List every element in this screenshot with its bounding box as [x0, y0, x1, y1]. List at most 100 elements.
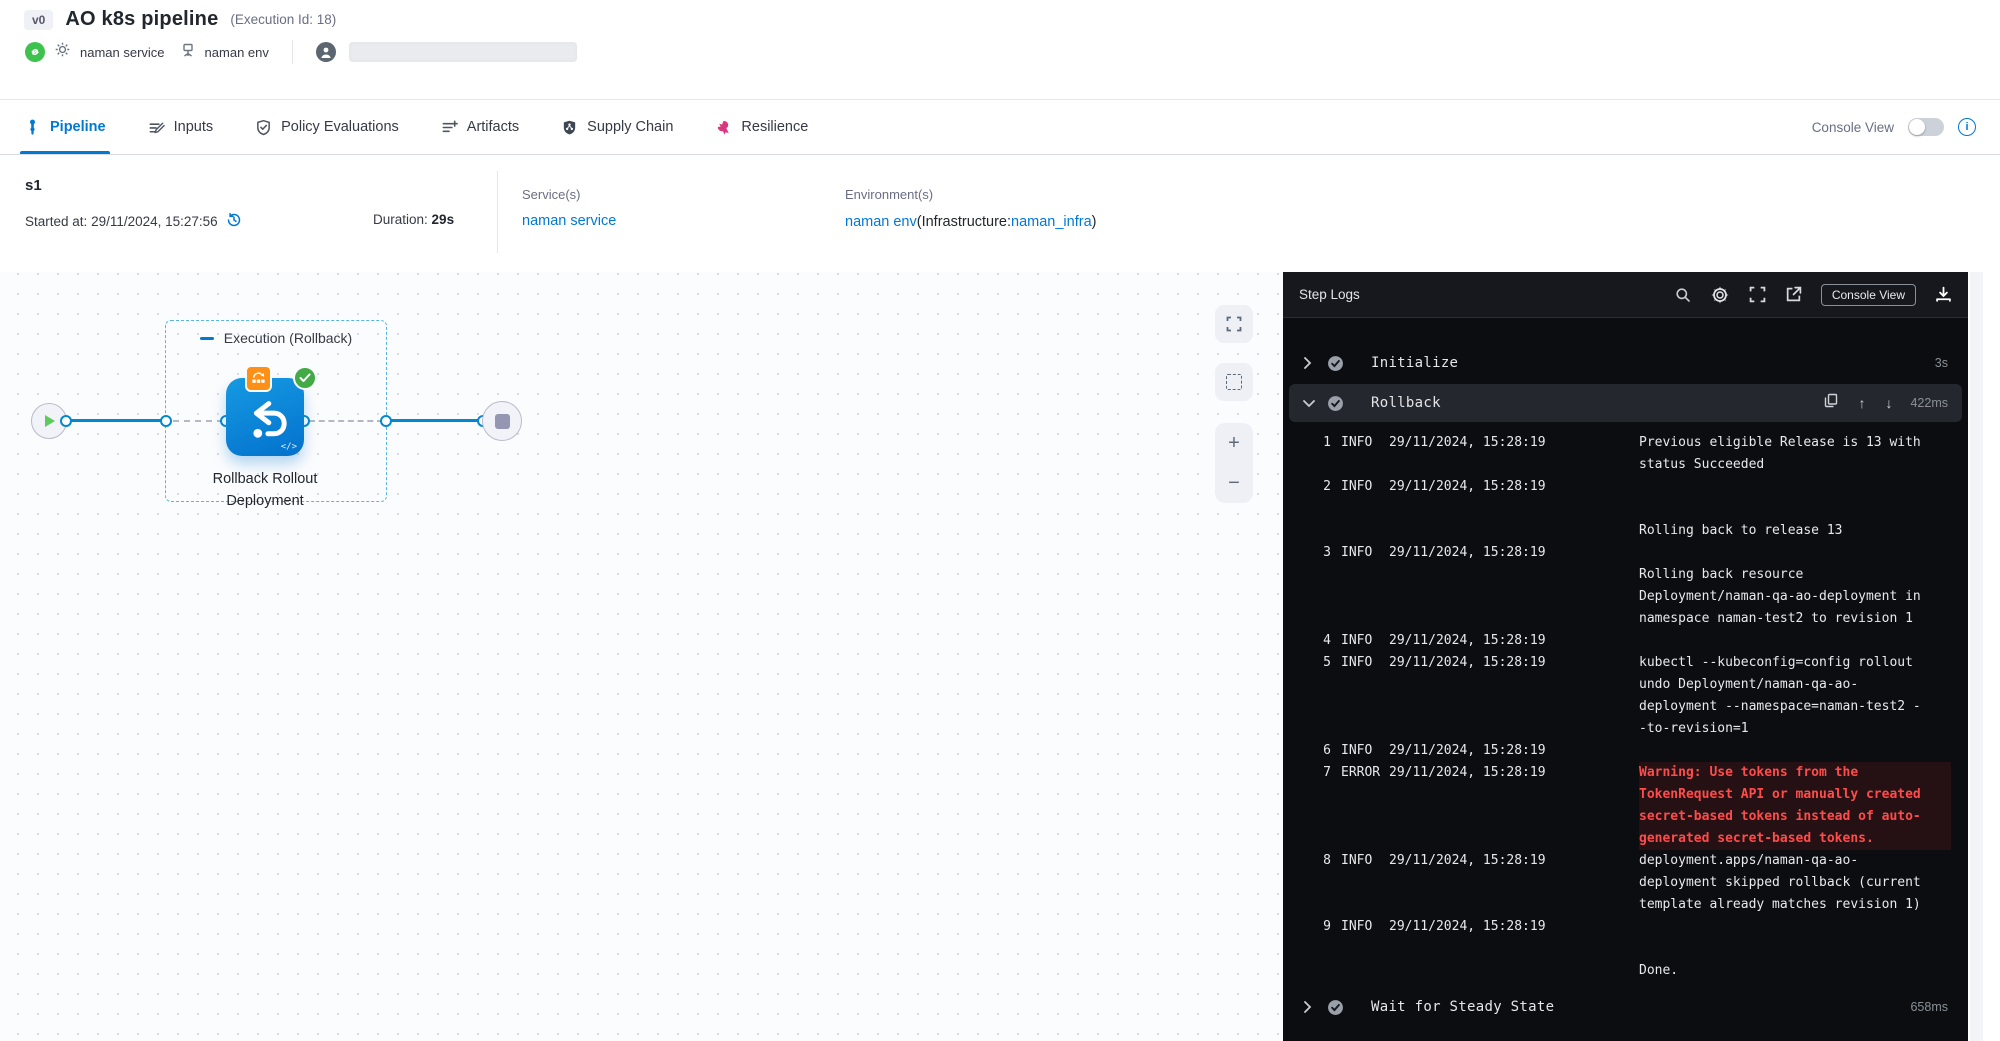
log-line: Deployment/naman-qa-ao-deployment in [1317, 586, 1968, 608]
inputs-icon [148, 119, 165, 136]
copy-icon[interactable] [1824, 393, 1838, 413]
pipeline-execution-page: v0 AO k8s pipeline (Execution Id: 18) na… [0, 0, 2000, 1041]
log-line [1317, 498, 1968, 520]
env-infra-prefix: (Infrastructure: [917, 214, 1011, 230]
page-title: AO k8s pipeline [65, 8, 218, 31]
stage-bar-divider [497, 171, 498, 253]
env-link[interactable]: naman env [845, 214, 917, 230]
log-line: secret-based tokens instead of auto- [1317, 806, 1968, 828]
header-title-row: v0 AO k8s pipeline (Execution Id: 18) [24, 8, 336, 31]
header: v0 AO k8s pipeline (Execution Id: 18) na… [0, 0, 2000, 100]
log-line: undo Deployment/naman-qa-ao- [1317, 674, 1968, 696]
header-tags-row: naman service naman env [25, 40, 577, 64]
stage-box-label: Execution (Rollback) [165, 330, 387, 346]
header-divider [292, 40, 293, 64]
step-node-label-line2: Deployment [164, 490, 366, 512]
zoom-in-button[interactable]: + [1228, 433, 1240, 453]
tab-pipeline[interactable]: Pipeline [24, 100, 106, 154]
log-line: -to-revision=1 [1317, 718, 1968, 740]
resilience-icon [715, 119, 732, 136]
tab-policy-evaluations[interactable]: Policy Evaluations [255, 100, 399, 154]
tab-label: Supply Chain [587, 119, 673, 135]
user-avatar-icon [316, 42, 336, 62]
end-node [482, 401, 522, 441]
log-line: deployment skipped rollback (current [1317, 872, 1968, 894]
edge-end [390, 419, 484, 422]
console-view-button[interactable]: Console View [1821, 284, 1916, 306]
history-icon[interactable] [226, 212, 242, 231]
environments-label: Environment(s) [845, 187, 1096, 202]
tab-resilience[interactable]: Resilience [715, 100, 808, 154]
log-line: 2INFO29/11/2024, 15:28:19 [1317, 476, 1968, 498]
canvas-marquee-button[interactable] [1215, 363, 1253, 401]
log-section-rollback[interactable]: Rollback ↑ ↓ 422ms [1289, 384, 1962, 422]
info-icon[interactable]: i [1958, 118, 1976, 136]
tab-label: Artifacts [467, 119, 519, 135]
started-value: 29/11/2024, 15:27:56 [91, 214, 218, 229]
stage-box-title: Execution (Rollback) [224, 330, 352, 346]
rollout-badge-icon [245, 365, 272, 392]
collapse-minus-icon[interactable] [200, 337, 214, 340]
success-check-icon [1327, 999, 1357, 1016]
stage-name: s1 [25, 177, 42, 194]
section-title: Rollback [1371, 395, 1441, 411]
open-in-new-icon[interactable] [1785, 286, 1802, 303]
connector-dot [160, 415, 172, 427]
service-link[interactable]: naman service [522, 213, 616, 229]
log-section-initialize[interactable]: Initialize 3s [1289, 344, 1962, 382]
tab-label: Inputs [174, 119, 214, 135]
tab-artifacts[interactable]: Artifacts [441, 100, 519, 154]
toggle-knob [1909, 119, 1925, 135]
services-block: Service(s) naman service [522, 187, 616, 229]
step-logs-panel: Step Logs Console View [1283, 272, 1968, 1041]
log-line: deployment --namespace=naman-test2 - [1317, 696, 1968, 718]
tab-label: Pipeline [50, 119, 106, 135]
rollback-arrow-icon [242, 394, 288, 440]
download-icon[interactable] [1935, 286, 1952, 303]
stop-square-icon [495, 414, 510, 429]
section-actions: ↑ ↓ [1824, 393, 1892, 413]
redacted-user-email [349, 42, 577, 62]
edge-dashed-right [309, 420, 383, 422]
env-infra-link[interactable]: naman_infra [1011, 214, 1092, 230]
log-line: Rolling back to release 13 [1317, 520, 1968, 542]
pipeline-canvas[interactable]: Execution (Rollback) </> [0, 272, 1283, 1041]
chevron-right-icon[interactable] [1303, 357, 1327, 369]
tab-supply-chain[interactable]: Supply Chain [561, 100, 673, 154]
canvas-fullscreen-button[interactable] [1215, 305, 1253, 343]
service-tag: naman service [80, 45, 165, 60]
zoom-out-button[interactable]: − [1228, 473, 1240, 493]
log-line: 6INFO29/11/2024, 15:28:19 [1317, 740, 1968, 762]
tab-label: Resilience [741, 119, 808, 135]
fullscreen-icon [1226, 316, 1242, 332]
link-status-icon [25, 42, 45, 62]
service-gear-icon [54, 41, 71, 63]
supply-chain-icon [561, 119, 578, 136]
tab-bar-right: Console View i [1812, 118, 1976, 136]
scroll-down-icon[interactable]: ↓ [1885, 395, 1892, 411]
success-check-icon [1327, 395, 1357, 412]
expand-fullscreen-icon[interactable] [1749, 286, 1766, 303]
console-view-toggle[interactable] [1908, 118, 1944, 136]
scrollbar[interactable] [1970, 272, 1983, 1041]
duration: Duration: 29s [373, 212, 454, 227]
success-check-icon [1327, 355, 1357, 372]
marquee-icon [1226, 374, 1242, 390]
log-line: 1INFO29/11/2024, 15:28:19Previous eligib… [1317, 432, 1968, 454]
log-line [1317, 938, 1968, 960]
page-gutter [1968, 272, 2000, 1041]
section-duration: 658ms [1910, 1000, 1948, 1014]
scroll-up-icon[interactable]: ↑ [1858, 395, 1865, 411]
artifacts-icon [441, 119, 458, 136]
chevron-down-icon[interactable] [1303, 399, 1327, 408]
log-line: Done. [1317, 960, 1968, 982]
step-node-label: Rollback Rollout Deployment [164, 468, 366, 512]
settings-gear-icon[interactable] [1710, 285, 1730, 305]
tab-inputs[interactable]: Inputs [148, 100, 214, 154]
search-icon[interactable] [1675, 287, 1691, 303]
log-section-wait-for-steady-state[interactable]: Wait for Steady State 658ms [1289, 988, 1962, 1026]
code-glyph: </> [281, 442, 297, 452]
chevron-right-icon[interactable] [1303, 1001, 1327, 1013]
log-line: TokenRequest API or manually created [1317, 784, 1968, 806]
execution-id: (Execution Id: 18) [230, 12, 336, 27]
